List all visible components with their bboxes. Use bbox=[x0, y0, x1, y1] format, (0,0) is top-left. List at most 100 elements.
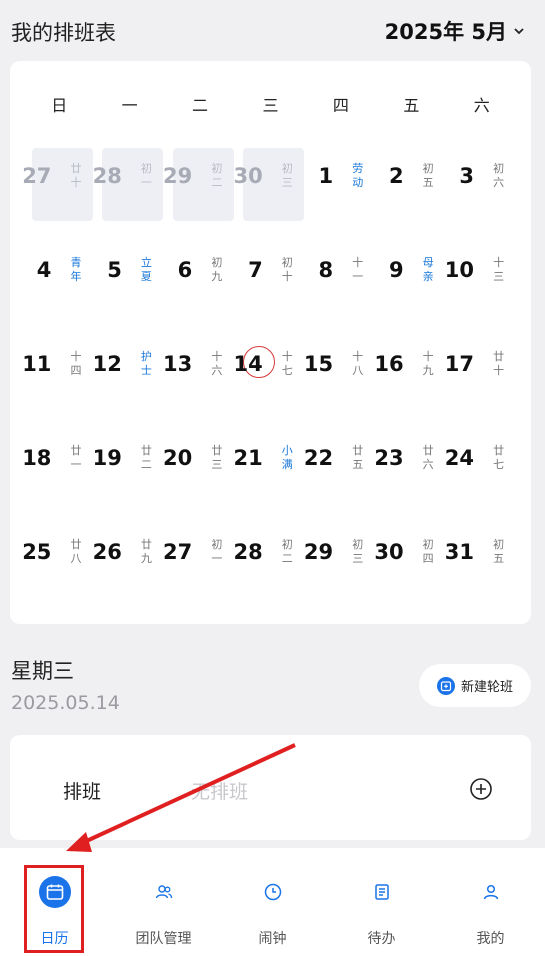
add-shift-icon[interactable] bbox=[469, 777, 493, 801]
bottom-tab-bar: 日历 团队管理 闹钟 待办 我的 bbox=[0, 848, 545, 956]
new-rotation-label: 新建轮班 bbox=[461, 680, 514, 695]
calendar-day[interactable]: 19 廿二 bbox=[92, 418, 164, 512]
weekday-header: 日一二三四五六 bbox=[24, 91, 517, 121]
day-number: 2 bbox=[388, 164, 404, 188]
day-number: 8 bbox=[318, 258, 334, 282]
day-number: 18 bbox=[22, 446, 52, 470]
calendar-day[interactable]: 20 廿三 bbox=[163, 418, 235, 512]
shift-value: 无排班 bbox=[191, 781, 249, 803]
lunar-date: 廿五 bbox=[352, 444, 364, 471]
lunar-date: 廿六 bbox=[422, 444, 434, 471]
calendar-day[interactable]: 28 初二 bbox=[233, 512, 305, 606]
day-number: 24 bbox=[444, 446, 474, 470]
tab-user[interactable]: 我的 bbox=[436, 848, 545, 956]
weekday-label: 六 bbox=[473, 96, 490, 115]
calendar-day[interactable]: 15 十八 bbox=[303, 324, 376, 418]
calendar-day[interactable]: 16 十九 bbox=[374, 324, 446, 418]
calendar-day[interactable]: 26 廿九 bbox=[92, 512, 164, 606]
calendar-icon bbox=[38, 876, 71, 908]
calendar-day[interactable]: 10 十三 bbox=[445, 230, 517, 324]
lunar-date: 廿三 bbox=[211, 444, 223, 471]
calendar-day[interactable]: 27 初一 bbox=[163, 512, 235, 606]
day-number: 7 bbox=[248, 258, 263, 282]
calendar-day[interactable]: 11 十四 bbox=[22, 324, 94, 418]
calendar-day[interactable]: 6 初九 bbox=[165, 230, 235, 324]
calendar-day[interactable]: 7 初十 bbox=[235, 230, 305, 324]
day-number: 22 bbox=[303, 446, 334, 470]
calendar-day[interactable]: 4 青年 bbox=[24, 230, 94, 324]
calendar-day[interactable]: 31 初五 bbox=[444, 512, 517, 606]
day-number: 26 bbox=[92, 540, 122, 564]
calendar-day[interactable]: 3 初六 bbox=[447, 136, 517, 230]
weekday-label: 五 bbox=[403, 96, 420, 115]
tab-clock[interactable]: 闹钟 bbox=[218, 848, 327, 956]
day-number: 23 bbox=[374, 446, 404, 470]
calendar-day[interactable]: 13 十六 bbox=[163, 324, 235, 418]
day-number: 29 bbox=[163, 164, 193, 188]
day-number: 27 bbox=[163, 540, 193, 564]
calendar-day[interactable]: 28 初一 bbox=[92, 136, 164, 230]
month-picker[interactable]: 2025年 5月 bbox=[385, 16, 525, 46]
day-number: 21 bbox=[233, 446, 263, 470]
day-number: 16 bbox=[374, 352, 404, 376]
day-number: 14 bbox=[233, 352, 263, 376]
lunar-date: 初三 bbox=[352, 538, 364, 565]
day-number: 27 bbox=[22, 164, 52, 188]
calendar-day[interactable]: 21 小满 bbox=[233, 418, 305, 512]
clock-icon bbox=[257, 876, 289, 908]
calendar-day[interactable]: 22 廿五 bbox=[303, 418, 376, 512]
day-number: 15 bbox=[303, 352, 334, 376]
day-number: 12 bbox=[92, 352, 122, 376]
day-number: 19 bbox=[92, 446, 122, 470]
calendar-day[interactable]: 23 廿六 bbox=[374, 418, 446, 512]
calendar-day[interactable]: 2 初五 bbox=[376, 136, 446, 230]
calendar-day[interactable]: 29 初三 bbox=[304, 512, 376, 606]
month-label: 2025年 5月 bbox=[384, 20, 507, 44]
tab-todo[interactable]: 待办 bbox=[327, 848, 436, 956]
calendar-day[interactable]: 18 廿一 bbox=[22, 418, 94, 512]
calendar-day[interactable]: 30 初四 bbox=[374, 512, 446, 606]
tab-team[interactable]: 团队管理 bbox=[109, 848, 218, 956]
tab-label: 待办 bbox=[367, 931, 396, 947]
new-rotation-button[interactable]: 新建轮班 bbox=[419, 664, 531, 707]
lunar-date: 初一 bbox=[140, 162, 152, 189]
calendar-day[interactable]: 30 初三 bbox=[233, 136, 305, 230]
selected-date: 2025.05.14 bbox=[11, 692, 120, 714]
day-number: 3 bbox=[459, 164, 474, 188]
calendar-day[interactable]: 24 廿七 bbox=[444, 418, 517, 512]
calendar-day[interactable]: 8 十一 bbox=[306, 230, 376, 324]
lunar-date: 廿八 bbox=[70, 538, 82, 565]
calendar-day[interactable]: 25 廿八 bbox=[22, 512, 94, 606]
calendar-day[interactable]: 9 母亲 bbox=[376, 230, 446, 324]
lunar-date: 廿二 bbox=[140, 444, 152, 471]
calendar-day[interactable]: 1 劳动 bbox=[306, 136, 376, 230]
calendar-day[interactable]: 5 立夏 bbox=[94, 230, 164, 324]
lunar-date: 廿一 bbox=[70, 444, 82, 471]
team-icon bbox=[148, 876, 180, 908]
weekday-label: 二 bbox=[192, 96, 209, 115]
selected-weekday: 星期三 bbox=[11, 659, 74, 683]
calendar-day[interactable]: 14 十七 bbox=[233, 324, 305, 418]
lunar-date: 初二 bbox=[211, 162, 223, 189]
day-number: 30 bbox=[233, 164, 263, 188]
shift-card: 排班 无排班 bbox=[10, 735, 531, 840]
calendar-day[interactable]: 12 护士 bbox=[92, 324, 164, 418]
festival-label: 护士 bbox=[140, 350, 152, 377]
tab-calendar[interactable]: 日历 bbox=[0, 848, 109, 956]
weekday-label: 三 bbox=[262, 96, 279, 115]
day-number: 5 bbox=[107, 258, 122, 282]
calendar-day[interactable]: 27 廿十 bbox=[22, 136, 94, 230]
new-rotation-icon bbox=[437, 676, 455, 695]
lunar-date: 十四 bbox=[70, 350, 82, 377]
festival-label: 母亲 bbox=[422, 256, 434, 283]
lunar-date: 廿七 bbox=[493, 444, 505, 471]
day-number: 30 bbox=[374, 540, 404, 564]
day-number: 28 bbox=[92, 164, 122, 188]
calendar-day[interactable]: 17 廿十 bbox=[445, 324, 517, 418]
lunar-date: 廿十 bbox=[493, 350, 505, 377]
day-number: 6 bbox=[177, 258, 193, 282]
tab-label: 团队管理 bbox=[135, 931, 192, 947]
day-number: 31 bbox=[444, 540, 474, 564]
calendar-day[interactable]: 29 初二 bbox=[163, 136, 235, 230]
lunar-date: 初五 bbox=[422, 162, 434, 189]
